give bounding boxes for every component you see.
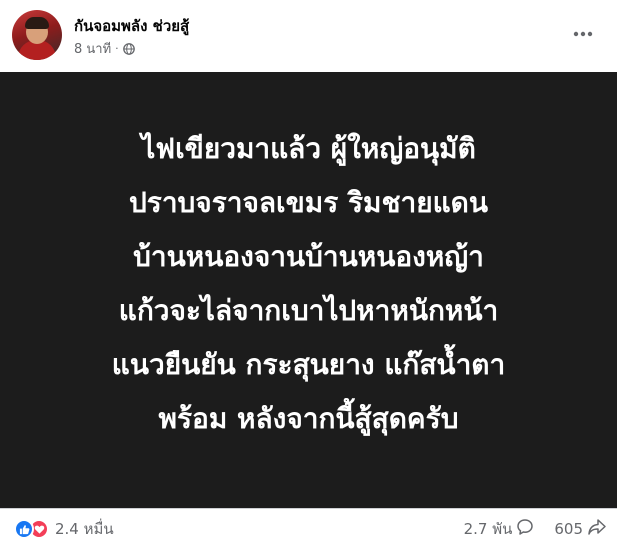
- globe-icon[interactable]: [122, 42, 135, 55]
- more-options-icon[interactable]: [565, 16, 601, 52]
- share-icon[interactable]: [587, 518, 607, 540]
- post-text-line: พร้อม หลังจากนี้สู้สุดครับ: [158, 402, 459, 435]
- shares-stat[interactable]: 605: [554, 518, 607, 540]
- post-text: ไฟเขียวมาแล้ว ผู้ใหญ่อนุมัติ ปราบจราจลเข…: [9, 122, 609, 446]
- avatar-hair: [25, 17, 49, 29]
- avatar[interactable]: [12, 10, 62, 60]
- comments-stat[interactable]: 2.7 พัน: [464, 517, 535, 541]
- post-text-line: แก้วจะไล่จากเบาไปหาหนักหน้า: [118, 294, 499, 327]
- post-text-line: ปราบจราจลเขมร ริมชายแดน: [129, 186, 488, 219]
- post-content-card[interactable]: ไฟเขียวมาแล้ว ผู้ใหญ่อนุมัติ ปราบจราจลเข…: [0, 72, 617, 508]
- comment-icon[interactable]: [516, 518, 534, 540]
- engagement-stats: 2.7 พัน 605: [464, 517, 607, 541]
- reactions-summary[interactable]: 2.4 หมื่น: [14, 517, 114, 541]
- facebook-post: กันจอมพลัง ช่วยสู้ 8 นาที · ไฟเขียวมาแล้…: [0, 0, 617, 542]
- reaction-count[interactable]: 2.4 หมื่น: [55, 517, 114, 541]
- page-name-link[interactable]: กันจอมพลัง ช่วยสู้: [74, 14, 189, 38]
- post-timestamp[interactable]: 8 นาที: [74, 38, 111, 59]
- post-text-line: แนวยืนยัน กระสุนยาง แก๊สน้ำตา: [111, 348, 506, 381]
- post-header: กันจอมพลัง ช่วยสู้ 8 นาที ·: [12, 10, 605, 60]
- post-meta: 8 นาที ·: [74, 38, 135, 59]
- comment-count[interactable]: 2.7 พัน: [464, 517, 513, 541]
- post-footer: 2.4 หมื่น 2.7 พัน 605: [0, 508, 617, 542]
- post-text-line: ไฟเขียวมาแล้ว ผู้ใหญ่อนุมัติ: [141, 132, 476, 165]
- like-reaction-icon: [14, 519, 34, 539]
- share-count[interactable]: 605: [554, 520, 583, 538]
- separator-dot: ·: [115, 42, 119, 55]
- post-text-line: บ้านหนองจานบ้านหนองหญ้า: [133, 240, 484, 273]
